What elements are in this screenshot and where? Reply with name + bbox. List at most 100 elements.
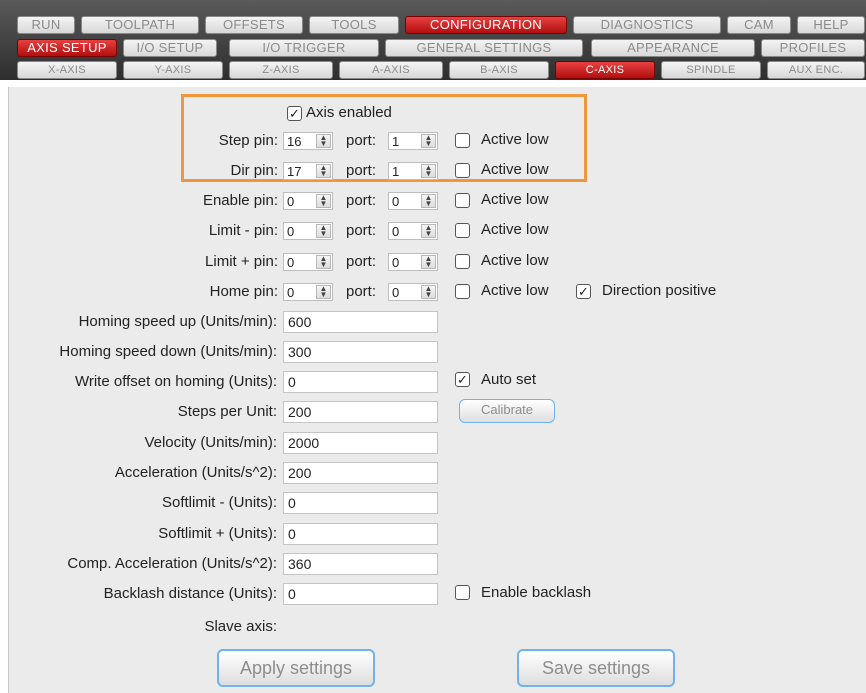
tab-spindle[interactable]: SPINDLE xyxy=(661,61,761,79)
limit-plus-port-spinner[interactable]: 0 ▲ ▼ xyxy=(388,253,438,271)
enable-backlash-checkbox[interactable] xyxy=(455,585,470,600)
enable-backlash-label: Enable backlash xyxy=(481,584,592,601)
comp-acceleration-input[interactable]: 360 xyxy=(283,553,438,575)
home-pin-value: 0 xyxy=(287,285,295,300)
tab-general-settings[interactable]: GENERAL SETTINGS xyxy=(385,39,583,57)
axis-enabled-label: Axis enabled xyxy=(306,104,392,121)
save-settings-button[interactable]: Save settings xyxy=(517,649,675,687)
step-pin-spinner[interactable]: 16 ▲ ▼ xyxy=(283,132,333,150)
limit-minus-port-spinner[interactable]: 0 ▲ ▼ xyxy=(388,222,438,240)
homing-speed-down-input[interactable]: 300 xyxy=(283,341,438,363)
homing-speed-up-label: Homing speed up (Units/min): xyxy=(78,313,277,330)
tab-z-axis[interactable]: Z-AXIS xyxy=(229,61,333,79)
enable-active-low-checkbox[interactable] xyxy=(455,193,470,208)
dir-pin-value: 17 xyxy=(287,164,302,179)
dir-pin-spinner[interactable]: 17 ▲ ▼ xyxy=(283,162,333,180)
spinner-arrows-icon[interactable]: ▲ ▼ xyxy=(421,285,436,299)
apply-settings-button[interactable]: Apply settings xyxy=(217,649,375,687)
backlash-distance-label: Backlash distance (Units): xyxy=(103,585,277,602)
acceleration-input[interactable]: 200 xyxy=(283,462,438,484)
tab-aux-enc[interactable]: AUX ENC. xyxy=(767,61,865,79)
limit-plus-active-low-checkbox[interactable] xyxy=(455,254,470,269)
tab-axis-setup[interactable]: AXIS SETUP xyxy=(17,39,117,57)
spinner-arrows-icon[interactable]: ▲ ▼ xyxy=(316,255,331,269)
dir-port-spinner[interactable]: 1 ▲ ▼ xyxy=(388,162,438,180)
tab-cam[interactable]: CAM xyxy=(727,16,791,34)
active-low-label: Active low xyxy=(481,191,549,208)
limit-minus-pin-spinner[interactable]: 0 ▲ ▼ xyxy=(283,222,333,240)
backlash-distance-input[interactable]: 0 xyxy=(283,583,438,605)
enable-pin-spinner[interactable]: 0 ▲ ▼ xyxy=(283,192,333,210)
active-low-label: Active low xyxy=(481,161,549,178)
limit-plus-pin-label: Limit + pin: xyxy=(205,253,278,270)
direction-positive-checkbox[interactable]: ✓ xyxy=(576,284,591,299)
tab-offsets[interactable]: OFFSETS xyxy=(205,16,303,34)
limit-minus-active-low-checkbox[interactable] xyxy=(455,223,470,238)
write-offset-label: Write offset on homing (Units): xyxy=(74,373,277,390)
auto-set-checkbox[interactable]: ✓ xyxy=(455,372,470,387)
softlimit-minus-input[interactable]: 0 xyxy=(283,492,438,514)
home-active-low-checkbox[interactable] xyxy=(455,284,470,299)
spinner-arrows-icon[interactable]: ▲ ▼ xyxy=(316,224,331,238)
home-port-value: 0 xyxy=(392,285,400,300)
active-low-label: Active low xyxy=(481,221,549,238)
tab-a-axis[interactable]: A-AXIS xyxy=(339,61,443,79)
spinner-arrows-icon[interactable]: ▲ ▼ xyxy=(421,194,436,208)
limit-minus-pin-value: 0 xyxy=(287,224,295,239)
write-offset-input[interactable]: 0 xyxy=(283,371,438,393)
slave-axis-label: Slave axis: xyxy=(204,618,277,635)
tab-diagnostics[interactable]: DIAGNOSTICS xyxy=(573,16,721,34)
enable-port-spinner[interactable]: 0 ▲ ▼ xyxy=(388,192,438,210)
softlimit-plus-input[interactable]: 0 xyxy=(283,523,438,545)
spinner-arrows-icon[interactable]: ▲ ▼ xyxy=(421,224,436,238)
port-label: port: xyxy=(346,192,377,209)
tab-c-axis[interactable]: C-AXIS xyxy=(555,61,655,79)
spinner-arrows-icon[interactable]: ▲ ▼ xyxy=(421,134,436,148)
tab-appearance[interactable]: APPEARANCE xyxy=(591,39,755,57)
spinner-arrows-icon[interactable]: ▲ ▼ xyxy=(316,134,331,148)
home-port-spinner[interactable]: 0 ▲ ▼ xyxy=(388,283,438,301)
velocity-label: Velocity (Units/min): xyxy=(144,434,277,451)
axis-tab-row: X-AXIS Y-AXIS Z-AXIS A-AXIS B-AXIS C-AXI… xyxy=(0,61,866,79)
tab-x-axis[interactable]: X-AXIS xyxy=(17,61,117,79)
home-pin-spinner[interactable]: 0 ▲ ▼ xyxy=(283,283,333,301)
step-port-spinner[interactable]: 1 ▲ ▼ xyxy=(388,132,438,150)
dir-active-low-checkbox[interactable] xyxy=(455,163,470,178)
step-active-low-checkbox[interactable] xyxy=(455,133,470,148)
axis-enabled-checkbox[interactable]: ✓ xyxy=(287,106,302,121)
spinner-arrows-icon[interactable]: ▲ ▼ xyxy=(421,164,436,178)
tab-profiles[interactable]: PROFILES xyxy=(761,39,865,57)
spinner-arrows-icon[interactable]: ▲ ▼ xyxy=(316,194,331,208)
homing-speed-up-input[interactable]: 600 xyxy=(283,311,438,333)
tab-configuration[interactable]: CONFIGURATION xyxy=(405,16,567,34)
spinner-arrows-icon[interactable]: ▲ ▼ xyxy=(316,164,331,178)
homing-speed-down-label: Homing speed down (Units/min): xyxy=(59,343,277,360)
step-pin-label: Step pin: xyxy=(218,132,278,149)
tab-io-setup[interactable]: I/O SETUP xyxy=(123,39,217,57)
enable-pin-value: 0 xyxy=(287,194,295,209)
tab-toolpath[interactable]: TOOLPATH xyxy=(81,16,199,34)
tab-io-trigger[interactable]: I/O TRIGGER xyxy=(229,39,379,57)
tab-run[interactable]: RUN xyxy=(17,16,75,34)
tab-help[interactable]: HELP xyxy=(797,16,865,34)
steps-per-unit-input[interactable]: 200 xyxy=(283,401,438,423)
auto-set-label: Auto set xyxy=(481,371,537,388)
limit-plus-pin-value: 0 xyxy=(287,255,295,270)
active-low-label: Active low xyxy=(481,131,549,148)
acceleration-label: Acceleration (Units/s^2): xyxy=(114,464,277,481)
limit-plus-port-value: 0 xyxy=(392,255,400,270)
tab-b-axis[interactable]: B-AXIS xyxy=(449,61,549,79)
tab-y-axis[interactable]: Y-AXIS xyxy=(123,61,223,79)
velocity-input[interactable]: 2000 xyxy=(283,432,438,454)
enable-port-value: 0 xyxy=(392,194,400,209)
calibrate-button[interactable]: Calibrate xyxy=(459,399,555,423)
port-label: port: xyxy=(346,283,377,300)
softlimit-plus-label: Softlimit + (Units): xyxy=(158,525,277,542)
tab-tools[interactable]: TOOLS xyxy=(309,16,399,34)
spinner-arrows-icon[interactable]: ▲ ▼ xyxy=(316,285,331,299)
spinner-arrows-icon[interactable]: ▲ ▼ xyxy=(421,255,436,269)
dir-port-value: 1 xyxy=(392,164,400,179)
limit-plus-pin-spinner[interactable]: 0 ▲ ▼ xyxy=(283,253,333,271)
step-pin-value: 16 xyxy=(287,134,302,149)
sub-tab-row: AXIS SETUP I/O SETUP I/O TRIGGER GENERAL… xyxy=(0,39,866,57)
